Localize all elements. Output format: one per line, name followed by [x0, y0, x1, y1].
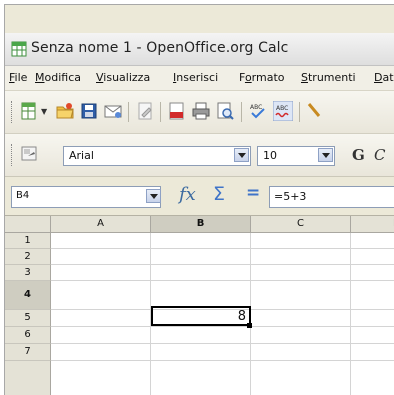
calc-app-icon [11, 41, 27, 57]
toolbar-grip[interactable] [11, 101, 15, 123]
toolbar-separator [160, 102, 161, 122]
sum-icon[interactable]: Σ [213, 183, 225, 205]
toolbar-separator [128, 102, 129, 122]
cell-b4-value: 8 [237, 309, 246, 324]
function-wizard-icon[interactable]: fx [179, 184, 196, 205]
menu-strumenti-label: trumenti [307, 71, 356, 84]
menu-strumenti[interactable]: Strumenti [301, 71, 356, 84]
menu-modifica[interactable]: Modifica [35, 71, 81, 84]
menu-strumenti-mnemonic: S [301, 71, 308, 84]
menu-formato-mnemonic: o [244, 71, 252, 84]
row-header-5[interactable]: 5 [5, 310, 51, 327]
name-box-dropdown[interactable] [143, 186, 161, 204]
cell-reference: B4 [16, 190, 30, 201]
toolbar-separator [241, 102, 242, 122]
email-icon[interactable] [103, 101, 123, 121]
formula-input[interactable]: =5+3 [269, 186, 394, 208]
font-size-value: 10 [263, 149, 277, 162]
column-header-d[interactable]: D [351, 216, 394, 233]
menu-inserisci[interactable]: Inserisci [173, 71, 218, 84]
save-icon[interactable] [79, 101, 99, 121]
menu-formato-label: rmato [251, 71, 285, 84]
standard-toolbar: ▼ ABC ABC [5, 91, 394, 134]
print-icon[interactable] [191, 101, 211, 121]
name-box[interactable]: B4 [11, 186, 161, 208]
autospellcheck-icon[interactable]: ABC [273, 101, 293, 121]
row-header-1[interactable]: 1 [5, 233, 51, 249]
menu-file[interactable]: File [9, 71, 27, 84]
window-title: Senza nome 1 - OpenOffice.org Calc [31, 40, 289, 56]
formatting-toolbar: Arial 10 G C [5, 134, 394, 177]
chevron-down-icon[interactable]: ▼ [41, 107, 47, 116]
column-header-a[interactable]: A [51, 216, 151, 233]
grid-line [350, 233, 351, 395]
row-header-6[interactable]: 6 [5, 327, 51, 344]
svg-text:ABC: ABC [276, 105, 288, 112]
menu-visualizza-label: isualizza [103, 71, 151, 84]
font-name-combo[interactable]: Arial [63, 146, 251, 166]
font-size-combo[interactable]: 10 [257, 146, 335, 166]
menu-bar: File Modifica Visualizza Inserisci Forma… [5, 66, 394, 91]
font-name-value: Arial [69, 149, 94, 162]
menu-modifica-label: odifica [44, 71, 82, 84]
row-header-8[interactable] [5, 361, 51, 395]
open-folder-icon[interactable] [55, 101, 75, 121]
column-header-b[interactable]: B [151, 216, 251, 233]
menu-modifica-mnemonic: M [35, 71, 45, 84]
fill-handle[interactable] [247, 323, 252, 328]
row-header-7[interactable]: 7 [5, 344, 51, 361]
styles-icon[interactable] [19, 144, 39, 164]
active-cell-b4[interactable]: 8 [151, 306, 251, 326]
grid-line [51, 264, 394, 265]
row-header-2[interactable]: 2 [5, 249, 51, 265]
page-preview-icon[interactable] [215, 101, 235, 121]
svg-text:ABC: ABC [250, 104, 262, 111]
menu-file-label: ile [14, 71, 28, 84]
cut-icon[interactable] [305, 101, 325, 121]
grid-line [51, 280, 394, 281]
export-pdf-icon[interactable] [167, 101, 187, 121]
edit-file-icon[interactable] [135, 101, 155, 121]
bold-button[interactable]: G [352, 146, 365, 164]
menu-dati-label: ati [382, 71, 394, 84]
select-all-corner[interactable] [5, 216, 51, 233]
chevron-down-icon[interactable] [146, 189, 161, 203]
row-header-3[interactable]: 3 [5, 265, 51, 281]
menu-dati[interactable]: Dati [374, 71, 394, 84]
new-document-icon[interactable] [19, 101, 39, 121]
chevron-down-icon[interactable] [234, 148, 249, 162]
toolbar-separator [299, 102, 300, 122]
menu-formato[interactable]: Formato [239, 71, 285, 84]
spreadsheet-grid[interactable]: A B C D 1 2 3 4 5 6 7 8 [5, 216, 394, 395]
italic-button[interactable]: C [374, 146, 385, 164]
grid-line [51, 360, 394, 361]
menu-visualizza[interactable]: Visualizza [96, 71, 150, 84]
spellcheck-icon[interactable]: ABC [248, 101, 268, 121]
title-bar[interactable]: Senza nome 1 - OpenOffice.org Calc [5, 33, 394, 66]
function-equals-icon[interactable]: = [246, 183, 260, 203]
menu-inserisci-label: nserisci [176, 71, 219, 84]
grid-line [51, 248, 394, 249]
application-window: Senza nome 1 - OpenOffice.org Calc File … [4, 4, 394, 395]
row-header-4[interactable]: 4 [5, 281, 51, 310]
grid-line [51, 343, 394, 344]
chevron-down-icon[interactable] [318, 148, 333, 162]
toolbar-grip[interactable] [11, 144, 15, 166]
formula-bar: B4 fx Σ = =5+3 [5, 177, 394, 216]
grid-line [51, 326, 394, 327]
column-header-c[interactable]: C [251, 216, 351, 233]
formula-value: =5+3 [274, 190, 307, 203]
